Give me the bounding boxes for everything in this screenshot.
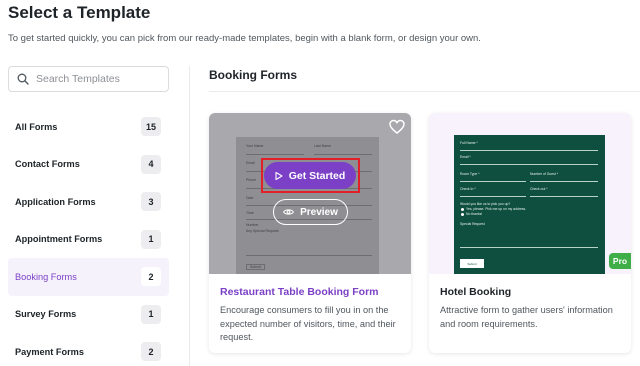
section-divider (209, 91, 640, 92)
heart-outline-icon[interactable] (389, 119, 405, 135)
category-label: Application Forms (15, 196, 96, 207)
eye-icon (283, 209, 295, 215)
form-preview-image: Full Name * Email * Room Type * Number o… (454, 135, 605, 274)
page-title: Select a Template (8, 3, 151, 22)
category-count-badge: 2 (141, 267, 161, 287)
preview-label: Preview (300, 206, 338, 218)
category-item-appointment-forms[interactable]: Appointment Forms 1 (8, 221, 169, 259)
category-label: Contact Forms (15, 159, 80, 170)
category-count-badge: 2 (141, 342, 161, 362)
preview-submit: Submit (246, 264, 265, 270)
preview-field-label: Date (246, 196, 254, 200)
template-description: Encourage consumers to fill you in on th… (220, 305, 396, 342)
preview-field-label: Any Special Request (246, 229, 279, 233)
preview-field-label: Email * (460, 155, 471, 159)
template-title: Hotel Booking (440, 286, 512, 298)
category-label: All Forms (15, 121, 58, 132)
category-list: All Forms 15 Contact Forms 4 Application… (8, 108, 169, 366)
preview-submit: Submit (460, 259, 484, 268)
category-label: Payment Forms (15, 346, 84, 357)
category-count-badge: 1 (141, 304, 161, 324)
category-count-badge: 3 (141, 192, 161, 212)
category-label: Booking Forms (15, 271, 77, 282)
preview-button[interactable]: Preview (273, 199, 348, 225)
play-icon (275, 171, 283, 180)
pro-badge: Pro (609, 253, 631, 269)
preview-field-label: Phone (246, 178, 257, 182)
get-started-button[interactable]: Get Started (264, 162, 356, 189)
category-label: Appointment Forms (15, 234, 103, 245)
section-title: Booking Forms (209, 68, 298, 82)
preview-field-label: Yes, please. Pick me up on my address. (466, 207, 527, 211)
preview-field-label: Time (246, 211, 254, 215)
preview-field-label: Special Request (460, 222, 485, 226)
category-item-contact-forms[interactable]: Contact Forms 4 (8, 146, 169, 184)
sidebar-divider (189, 66, 190, 366)
search-input[interactable] (36, 73, 166, 85)
preview-field-label: Number (246, 223, 259, 227)
template-card-restaurant-booking[interactable]: Your Name Last Name Email Phone Date Tim… (209, 113, 411, 353)
preview-field-label: Room Type * (460, 172, 480, 176)
preview-field-label: Full Name * (460, 141, 478, 145)
template-thumbnail: Your Name Last Name Email Phone Date Tim… (209, 113, 411, 274)
preview-field-label: Your Name (246, 144, 264, 148)
preview-field-label: Number of Guest * (530, 172, 559, 176)
category-item-all-forms[interactable]: All Forms 15 (8, 108, 169, 146)
category-item-payment-forms[interactable]: Payment Forms 2 (8, 333, 169, 366)
category-label: Survey Forms (15, 309, 77, 320)
search-icon (17, 73, 29, 85)
template-description: Attractive form to gather users' informa… (440, 305, 613, 329)
preview-field-label: Check out * (530, 187, 548, 191)
template-card-hotel-booking[interactable]: Full Name * Email * Room Type * Number o… (429, 113, 631, 353)
preview-field-label: Check In * (460, 187, 476, 191)
preview-field-label: Last Name (314, 144, 331, 148)
get-started-label: Get Started (288, 169, 346, 182)
category-count-badge: 4 (141, 154, 161, 174)
preview-field-label: Would you like us to pick you up? (460, 202, 511, 206)
page-subtitle: To get started quickly, you can pick fro… (8, 33, 481, 44)
category-item-booking-forms[interactable]: Booking Forms 2 (8, 258, 169, 296)
category-count-badge: 15 (140, 117, 161, 137)
template-title: Restaurant Table Booking Form (220, 286, 379, 298)
preview-field-label: Email (246, 161, 255, 165)
search-box[interactable] (8, 66, 169, 92)
category-item-application-forms[interactable]: Application Forms 3 (8, 183, 169, 221)
preview-field-label: No thanks! (466, 212, 483, 216)
category-item-survey-forms[interactable]: Survey Forms 1 (8, 296, 169, 334)
template-thumbnail: Full Name * Email * Room Type * Number o… (429, 113, 631, 274)
category-count-badge: 1 (141, 229, 161, 249)
